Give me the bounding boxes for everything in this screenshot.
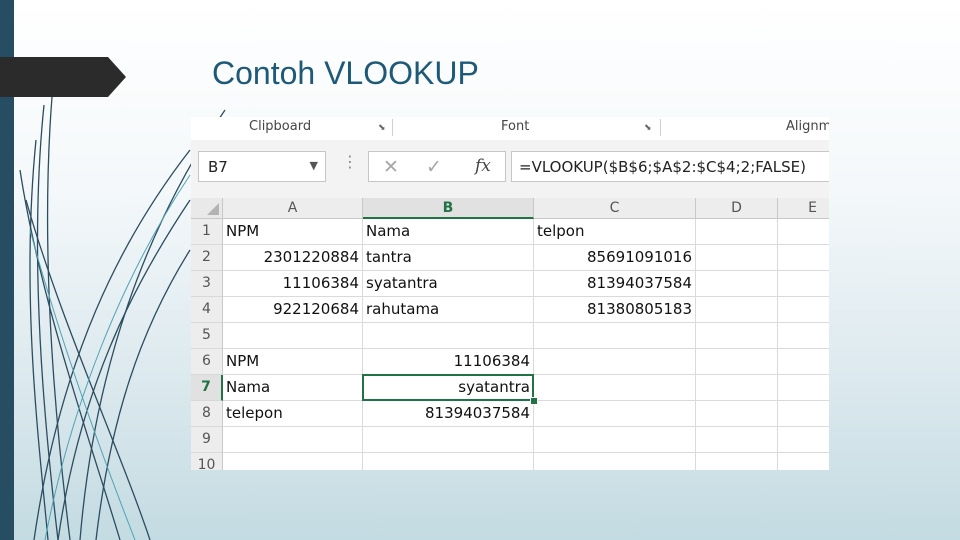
clipboard-launcher-icon[interactable]: ⬊	[378, 124, 386, 133]
cell-d5[interactable]	[696, 323, 778, 349]
cell-c4[interactable]: 81380805183	[534, 297, 696, 323]
cell-e4[interactable]	[778, 297, 829, 323]
cell-c1[interactable]: telpon	[534, 219, 696, 245]
cell-b2[interactable]: tantra	[363, 245, 534, 271]
ribbon-divider	[660, 119, 661, 136]
name-box[interactable]: B7 ▼	[198, 151, 326, 182]
cell-e1[interactable]	[778, 219, 829, 245]
cell-c10[interactable]	[534, 453, 696, 470]
cell-a10[interactable]	[223, 453, 363, 470]
cell-b9[interactable]	[363, 427, 534, 453]
cell-a7[interactable]: Nama	[223, 375, 363, 401]
cell-c7[interactable]	[534, 375, 696, 401]
cell-a6[interactable]: NPM	[223, 349, 363, 375]
cell-e5[interactable]	[778, 323, 829, 349]
cell-c6[interactable]	[534, 349, 696, 375]
cell-c2[interactable]: 85691091016	[534, 245, 696, 271]
cell-a5[interactable]	[223, 323, 363, 349]
cell-c3[interactable]: 81394037584	[534, 271, 696, 297]
cell-a2[interactable]: 2301220884	[223, 245, 363, 271]
cell-e9[interactable]	[778, 427, 829, 453]
row-header-10[interactable]: 10	[191, 453, 223, 470]
alignment-group-label: Alignm	[786, 119, 829, 134]
font-launcher-icon[interactable]: ⬊	[644, 124, 652, 133]
cell-b4[interactable]: rahutama	[363, 297, 534, 323]
cell-c8[interactable]	[534, 401, 696, 427]
row-header-1[interactable]: 1	[191, 219, 223, 245]
cell-d6[interactable]	[696, 349, 778, 375]
cell-b10[interactable]	[363, 453, 534, 470]
name-box-value: B7	[208, 158, 228, 176]
cell-d1[interactable]	[696, 219, 778, 245]
cell-d4[interactable]	[696, 297, 778, 323]
column-header-e[interactable]: E	[778, 198, 829, 219]
column-header-a[interactable]: A	[223, 198, 363, 219]
formula-buttons: ✕ ✓ fx	[368, 151, 506, 182]
row-header-4[interactable]: 4	[191, 297, 223, 323]
cell-b8[interactable]: 81394037584	[363, 401, 534, 427]
cell-e2[interactable]	[778, 245, 829, 271]
row-header-5[interactable]: 5	[191, 323, 223, 349]
row-header-9[interactable]: 9	[191, 427, 223, 453]
cell-e6[interactable]	[778, 349, 829, 375]
row-header-7[interactable]: 7	[191, 375, 223, 401]
row-header-8[interactable]: 8	[191, 401, 223, 427]
slide-title: Contoh VLOOKUP	[212, 55, 479, 91]
formula-input[interactable]: =VLOOKUP($B$6;$A$2:$C$4;2;FALSE)	[511, 151, 829, 182]
row-header-6[interactable]: 6	[191, 349, 223, 375]
ribbon-divider	[392, 119, 393, 136]
select-all-corner[interactable]	[191, 198, 223, 219]
cell-d10[interactable]	[696, 453, 778, 470]
clipboard-group-label: Clipboard	[249, 119, 312, 134]
column-header-c[interactable]: C	[534, 198, 696, 219]
spreadsheet-grid: A B C D E 1 NPM Nama telpon 2 2301220884 tantra 8569…	[191, 198, 829, 470]
row-header-3[interactable]: 3	[191, 271, 223, 297]
column-header-d[interactable]: D	[696, 198, 778, 219]
cell-e7[interactable]	[778, 375, 829, 401]
cell-d9[interactable]	[696, 427, 778, 453]
more-options-icon[interactable]: ⋮	[342, 152, 358, 171]
cell-d2[interactable]	[696, 245, 778, 271]
cell-a8[interactable]: telepon	[223, 401, 363, 427]
formula-text: =VLOOKUP($B$6;$A$2:$C$4;2;FALSE)	[519, 158, 806, 176]
cell-e3[interactable]	[778, 271, 829, 297]
ribbon-group-labels: Clipboard ⬊ Font ⬊ Alignm	[191, 117, 829, 141]
formula-bar: B7 ▼ ⋮ ✕ ✓ fx =VLOOKUP($B$6;$A$2:$C$4;2;…	[191, 140, 829, 198]
excel-screenshot: Clipboard ⬊ Font ⬊ Alignm B7 ▼ ⋮ ✕ ✓ fx …	[191, 117, 829, 470]
cell-d7[interactable]	[696, 375, 778, 401]
title-tab-shape	[0, 57, 126, 97]
chevron-down-icon[interactable]: ▼	[310, 159, 318, 172]
cell-a3[interactable]: 11106384	[223, 271, 363, 297]
cell-c9[interactable]	[534, 427, 696, 453]
row-header-2[interactable]: 2	[191, 245, 223, 271]
cell-a9[interactable]	[223, 427, 363, 453]
enter-check-icon[interactable]: ✓	[426, 156, 442, 178]
cell-b5[interactable]	[363, 323, 534, 349]
font-group-label: Font	[501, 119, 530, 134]
cell-a1[interactable]: NPM	[223, 219, 363, 245]
cell-a4[interactable]: 922120684	[223, 297, 363, 323]
cell-d8[interactable]	[696, 401, 778, 427]
cell-d3[interactable]	[696, 271, 778, 297]
cell-b3[interactable]: syatantra	[363, 271, 534, 297]
fill-handle[interactable]	[530, 397, 538, 405]
cell-c5[interactable]	[534, 323, 696, 349]
cancel-icon[interactable]: ✕	[383, 156, 399, 178]
cell-b6[interactable]: 11106384	[363, 349, 534, 375]
cell-e10[interactable]	[778, 453, 829, 470]
cell-b7[interactable]: syatantra	[363, 375, 534, 401]
column-header-b[interactable]: B	[363, 198, 534, 219]
insert-function-icon[interactable]: fx	[475, 156, 491, 176]
cell-e8[interactable]	[778, 401, 829, 427]
cell-b1[interactable]: Nama	[363, 219, 534, 245]
